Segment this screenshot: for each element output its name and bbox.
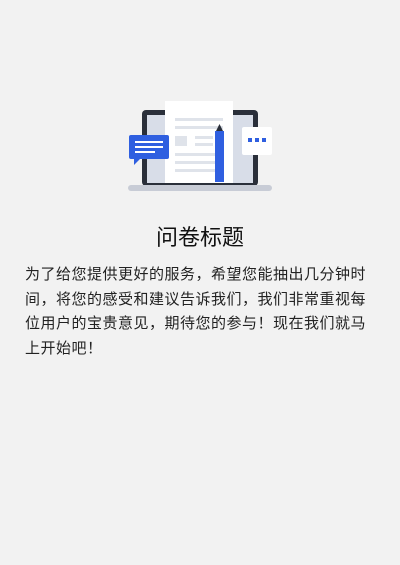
- survey-title: 问卷标题: [155, 226, 244, 251]
- survey-illustration: [128, 101, 272, 191]
- survey-description: 为了给您提供更好的服务，希望您能抽出几分钟时间，将您的感受和建议告诉我们，我们非…: [25, 265, 367, 357]
